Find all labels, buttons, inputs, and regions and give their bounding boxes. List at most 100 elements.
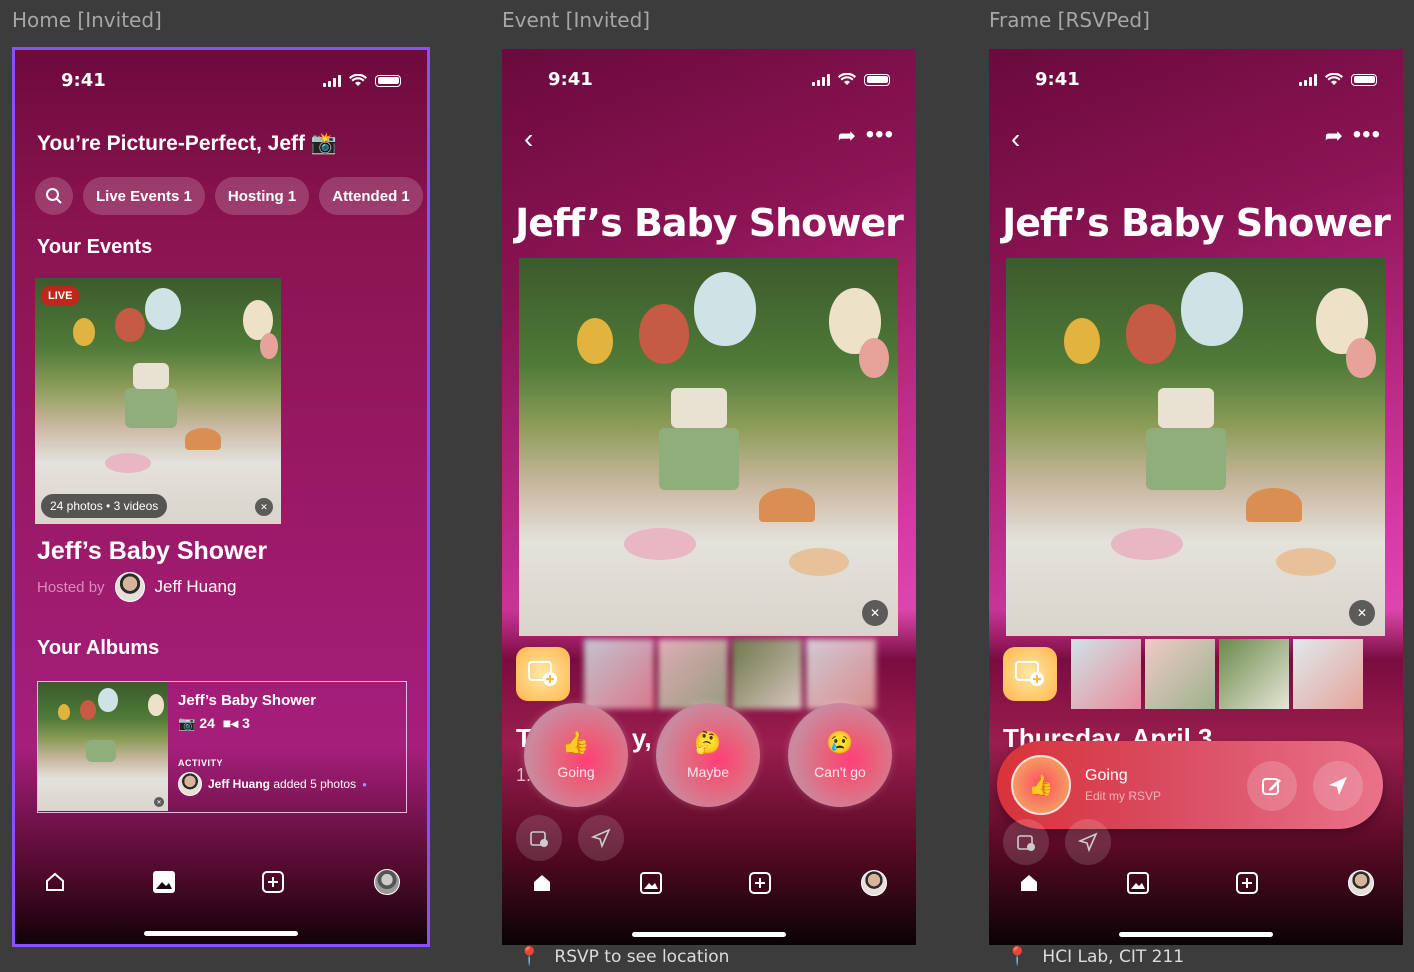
send-button[interactable]: [578, 815, 624, 861]
status-bar: 9:41: [15, 50, 427, 110]
location: 📍 HCI Lab, CIT 211: [1006, 946, 1184, 967]
add-media-button[interactable]: [1003, 647, 1057, 701]
tab-bar: [15, 860, 427, 904]
status-time: 9:41: [61, 70, 106, 91]
host-name[interactable]: Jeff Huang: [155, 577, 237, 597]
rsvp-going-button[interactable]: 👍 Going: [524, 703, 628, 807]
home-screen: 9:41 You’re Picture-Perfect, Jeff 📸 Live…: [12, 47, 430, 947]
activity-label: ACTIVITY: [178, 758, 224, 768]
hosted-by-label: Hosted by: [37, 578, 105, 596]
edit-rsvp-button[interactable]: [1247, 761, 1297, 811]
rsvp-status-bar[interactable]: 👍 Going Edit my RSVP: [997, 741, 1383, 829]
mute-icon[interactable]: ✕: [862, 600, 888, 626]
tab-create[interactable]: [744, 867, 776, 899]
video-icon: ■◂: [222, 715, 239, 731]
signal-icon: [812, 73, 830, 86]
edit-rsvp-link[interactable]: Edit my RSVP: [1085, 789, 1161, 803]
back-chevron-icon[interactable]: ‹: [524, 123, 533, 155]
event-title[interactable]: Jeff’s Baby Shower: [37, 537, 267, 566]
activity-user: Jeff Huang: [208, 777, 271, 791]
profile-avatar: [1348, 870, 1374, 896]
tab-home[interactable]: [526, 867, 558, 899]
chip-hosting[interactable]: Hosting 1: [214, 177, 310, 215]
chip-attended[interactable]: Attended 1: [319, 177, 423, 215]
signal-icon: [1299, 73, 1317, 86]
tab-bar: [502, 861, 916, 905]
wifi-icon: [349, 74, 367, 86]
battery-icon: [864, 73, 890, 86]
calendar-add-icon: [1017, 835, 1035, 851]
event-hero-photo[interactable]: ✕: [1006, 258, 1385, 636]
activity-avatar: [178, 772, 202, 796]
back-chevron-icon[interactable]: ‹: [1011, 123, 1020, 155]
tab-home[interactable]: [1013, 867, 1045, 899]
signal-icon: [323, 74, 341, 87]
thinking-icon: 🤔: [694, 730, 722, 755]
tab-profile[interactable]: [858, 867, 890, 899]
rsvp-maybe-button[interactable]: 🤔 Maybe: [656, 703, 760, 807]
add-media-button[interactable]: [516, 647, 570, 701]
tab-gallery[interactable]: [635, 867, 667, 899]
plus-square-icon: [749, 872, 771, 894]
tab-gallery[interactable]: [1122, 867, 1154, 899]
frame-label-rsvped: Frame [RSVPed]: [989, 8, 1150, 32]
add-to-calendar-button[interactable]: [516, 815, 562, 861]
media-strip: [1003, 639, 1389, 709]
rsvp-cant-go-button[interactable]: 😢 Can't go: [788, 703, 892, 807]
event-cover-photo[interactable]: LIVE 24 photos • 3 videos ✕: [35, 278, 281, 524]
chip-live-events[interactable]: Live Events 1: [83, 177, 205, 215]
media-thumb[interactable]: [1293, 639, 1363, 709]
add-to-calendar-button[interactable]: [1003, 819, 1049, 865]
album-title: Jeff’s Baby Shower: [178, 692, 317, 709]
tab-home[interactable]: [39, 866, 71, 898]
status-time: 9:41: [548, 69, 593, 90]
mute-icon[interactable]: ✕: [255, 498, 273, 516]
thumbs-up-icon: 👍: [1011, 755, 1071, 815]
share-icon[interactable]: ➦: [838, 123, 856, 149]
camera-icon: 📷: [178, 715, 196, 731]
home-icon: [1021, 875, 1037, 891]
tab-create[interactable]: [257, 866, 289, 898]
activity-line: Jeff Huang added 5 photos ●: [178, 772, 398, 796]
media-thumb[interactable]: [584, 639, 654, 709]
tab-bar: [989, 861, 1403, 905]
media-thumb[interactable]: [1071, 639, 1141, 709]
location-text: HCI Lab, CIT 211: [1042, 946, 1185, 967]
plus-square-icon: [1236, 872, 1258, 894]
share-icon[interactable]: ➦: [1325, 123, 1343, 149]
rsvp-cant-go-label: Can't go: [814, 764, 866, 780]
unread-dot-icon: ●: [362, 779, 367, 789]
calendar-add-icon: [530, 831, 548, 847]
tab-profile[interactable]: [1345, 867, 1377, 899]
gallery-icon: [1127, 872, 1149, 894]
media-thumb[interactable]: [1219, 639, 1289, 709]
status-bar: 9:41: [989, 49, 1403, 109]
crying-icon: 😢: [826, 730, 854, 755]
event-hero-photo[interactable]: ✕: [519, 258, 898, 636]
home-indicator: [144, 931, 298, 936]
album-thumbnail: ✕: [38, 682, 168, 811]
your-albums-heading: Your Albums: [37, 637, 160, 659]
send-button[interactable]: [1313, 761, 1363, 811]
tab-profile[interactable]: [371, 866, 403, 898]
media-thumb[interactable]: [1145, 639, 1215, 709]
search-button[interactable]: [35, 177, 73, 215]
media-thumb[interactable]: [658, 639, 728, 709]
hosted-by: Hosted by Jeff Huang: [37, 572, 236, 602]
tab-gallery[interactable]: [148, 866, 180, 898]
album-card[interactable]: ✕ Jeff’s Baby Shower 📷 24 ■◂ 3 ACTIVITY …: [37, 681, 407, 813]
filter-chips: Live Events 1 Hosting 1 Attended 1: [35, 177, 423, 215]
media-thumb[interactable]: [806, 639, 876, 709]
mute-icon[interactable]: ✕: [1349, 600, 1375, 626]
host-avatar[interactable]: [114, 572, 145, 602]
location-note: 📍 RSVP to see location: [518, 946, 729, 967]
rsvp-maybe-label: Maybe: [686, 764, 730, 780]
wifi-icon: [1325, 73, 1343, 85]
more-icon[interactable]: •••: [1353, 121, 1381, 149]
more-icon[interactable]: •••: [866, 121, 894, 149]
add-photo-icon: [1015, 661, 1044, 686]
tab-create[interactable]: [1231, 867, 1263, 899]
media-thumb[interactable]: [732, 639, 802, 709]
share-send-button[interactable]: [1065, 819, 1111, 865]
profile-avatar: [374, 869, 400, 895]
